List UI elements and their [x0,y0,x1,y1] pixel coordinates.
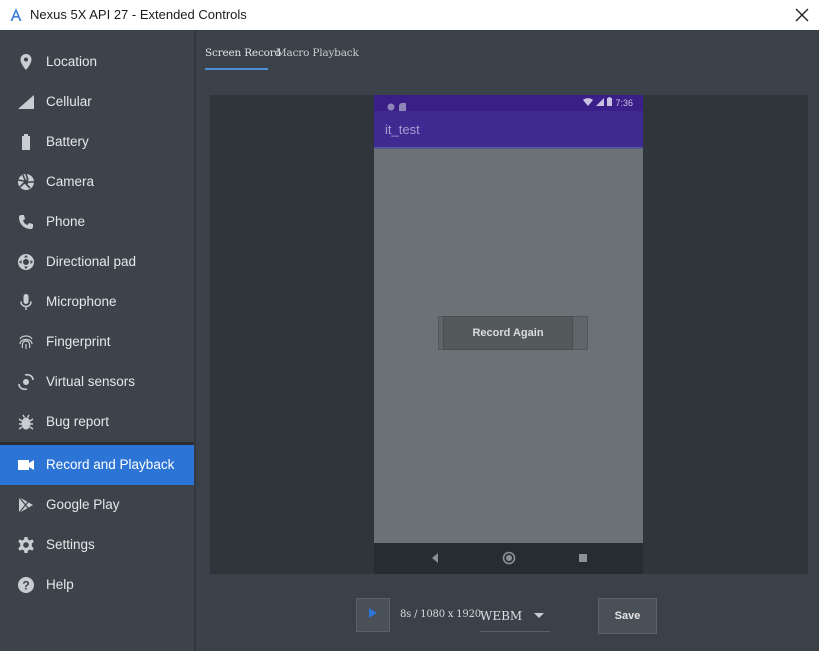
phone-status-bar: 7:36 [374,95,643,111]
status-time: 7:36 [615,97,633,108]
sidebar-item-bug-report[interactable]: Bug report [0,402,194,442]
app-title: it_test [385,122,420,137]
sidebar-item-camera[interactable]: Camera [0,162,194,202]
save-button[interactable]: Save [598,598,657,634]
sidebar-item-label: Camera [46,174,95,189]
sidebar-item-fingerprint[interactable]: Fingerprint [0,322,194,362]
sidebar-item-location[interactable]: Location [0,42,194,82]
sidebar-item-label: Fingerprint [46,334,111,349]
home-icon[interactable] [502,551,516,570]
close-icon[interactable] [791,4,813,26]
sidebar-item-settings[interactable]: Settings [0,525,194,565]
sidebar-item-label: Location [46,54,98,69]
sidebar-item-record-and-playback[interactable]: Record and Playback [0,445,194,485]
fingerprint-icon [16,333,36,351]
sidebar-item-label: Battery [46,134,89,149]
phone-nav-bar [374,543,643,574]
sidebar-item-label: Virtual sensors [46,374,136,389]
window-title: Nexus 5X API 27 - Extended Controls [30,7,247,22]
sidebar-item-label: Cellular [46,94,92,109]
wifi-icon [583,97,594,108]
app-bar: it_test [374,111,643,149]
record-again-container: Record Again [438,316,588,350]
bug-icon [16,413,36,431]
android-studio-icon [9,7,23,23]
play-icon [368,606,378,624]
battery-status-icon [607,97,613,108]
sidebar-item-battery[interactable]: Battery [0,122,194,162]
tab-screen-record[interactable]: Screen Record [205,47,281,59]
chevron-down-icon [534,613,544,618]
recents-icon[interactable] [578,551,588,569]
sidebar-item-label: Help [46,577,74,592]
microphone-icon [16,293,36,311]
battery-icon [16,133,36,151]
window-title-bar: Nexus 5X API 27 - Extended Controls [0,0,819,30]
virtual-sensors-icon [16,373,36,391]
active-tab-indicator [205,68,268,70]
play-button[interactable] [356,598,390,632]
format-value: WEBM [480,609,523,623]
help-icon: ? [16,576,36,594]
sidebar: Location Cellular Battery Camera Phone D… [0,30,196,651]
sidebar-item-label: Settings [46,537,95,552]
main-panel: Screen Record Macro Playback 7:36 it_tes… [196,30,819,651]
sidebar-item-label: Google Play [46,497,120,512]
cellular-signal-icon [16,93,36,111]
tab-macro-playback[interactable]: Macro Playback [276,47,359,59]
sidebar-item-virtual-sensors[interactable]: Virtual sensors [0,362,194,402]
back-icon[interactable] [430,551,440,569]
record-again-button[interactable]: Record Again [443,316,573,350]
google-play-icon [16,496,36,514]
location-pin-icon [16,53,36,71]
svg-text:?: ? [22,579,29,593]
sidebar-item-label: Microphone [46,294,117,309]
sidebar-item-phone[interactable]: Phone [0,202,194,242]
gear-icon [16,536,36,554]
phone-icon [16,213,36,231]
signal-icon [596,97,605,108]
phone-screen: 7:36 it_test Record Again [374,95,643,574]
sidebar-item-directional-pad[interactable]: Directional pad [0,242,194,282]
camera-aperture-icon [16,173,36,191]
format-select[interactable]: WEBM [480,601,550,632]
sidebar-item-label: Phone [46,214,86,229]
sidebar-item-cellular[interactable]: Cellular [0,82,194,122]
recording-duration: 8s / 1080 x 1920 [400,609,481,620]
video-camera-icon [16,456,36,474]
sidebar-item-label: Bug report [46,414,110,429]
sidebar-item-help[interactable]: ? Help [0,565,194,605]
sidebar-item-label: Directional pad [46,254,137,269]
sidebar-item-google-play[interactable]: Google Play [0,485,194,525]
recording-preview: 7:36 it_test Record Again [210,95,808,574]
sidebar-item-label: Record and Playback [46,457,175,472]
directional-pad-icon [16,253,36,271]
sidebar-item-microphone[interactable]: Microphone [0,282,194,322]
